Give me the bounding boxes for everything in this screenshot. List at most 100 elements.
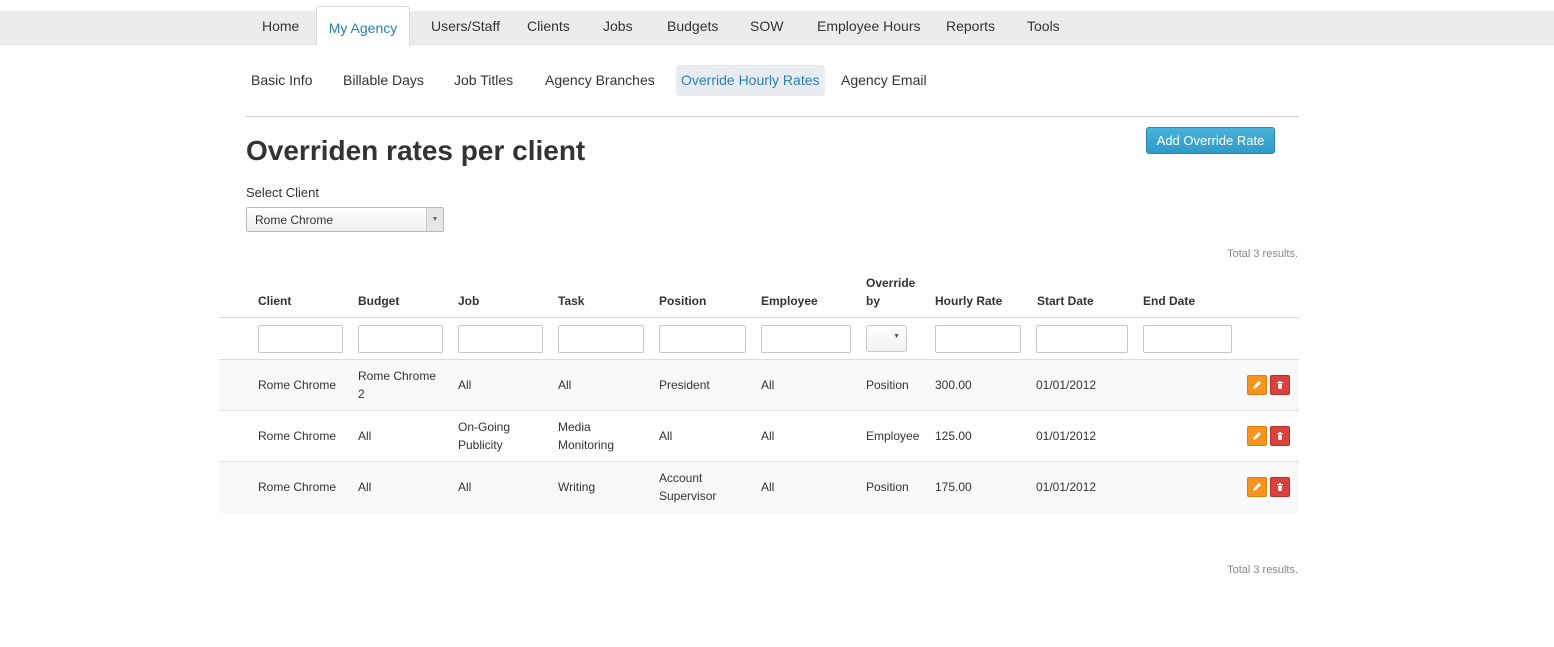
trash-icon <box>1277 381 1283 389</box>
filter-position-input[interactable] <box>659 325 746 353</box>
cell-text: Rome Chrome <box>358 369 437 383</box>
cell-text: Rome Chrome <box>258 429 337 443</box>
cell-override-by: Position <box>866 360 909 410</box>
filter-task-input[interactable] <box>558 325 644 353</box>
tab-jobs[interactable]: Jobs <box>603 11 633 45</box>
subnav-agency-branches[interactable]: Agency Branches <box>545 65 655 96</box>
cell-hourly-rate: 175.00 <box>935 462 972 512</box>
cell-text: Position <box>866 480 909 494</box>
cell-text: Writing <box>558 480 596 494</box>
cell-client: Rome Chrome <box>258 411 336 461</box>
filter-start-date-input[interactable] <box>1036 325 1128 353</box>
trash-icon <box>1277 483 1283 491</box>
header-override-by[interactable]: Override by <box>866 274 915 310</box>
header-hourly-rate[interactable]: Hourly Rate <box>935 292 1002 310</box>
cell-budget: All <box>358 462 371 512</box>
cell-text: Supervisor <box>659 489 717 503</box>
filter-hourly-rate-input[interactable] <box>935 325 1021 353</box>
subnav-billable-days[interactable]: Billable Days <box>343 65 424 96</box>
tab-users-staff[interactable]: Users/Staff <box>431 11 500 45</box>
tab-sow[interactable]: SOW <box>750 11 783 45</box>
table-row: Rome Chrome Rome Chrome 2 All All Preside… <box>219 360 1299 411</box>
results-summary-top: Total 3 results. <box>1227 248 1298 260</box>
tab-employee-hours[interactable]: Employee Hours <box>817 11 921 45</box>
cell-text: All <box>358 429 372 443</box>
delete-button[interactable] <box>1270 375 1290 395</box>
filter-client-input[interactable] <box>258 325 343 353</box>
cell-text: 300.00 <box>935 378 972 392</box>
subnav-job-titles[interactable]: Job Titles <box>454 65 513 96</box>
cell-text: 01/01/2012 <box>1036 480 1097 494</box>
pencil-icon <box>1253 483 1261 491</box>
delete-button[interactable] <box>1270 477 1290 497</box>
delete-button[interactable] <box>1270 426 1290 446</box>
cell-text: 2 <box>358 387 365 401</box>
cell-employee: All <box>761 462 774 512</box>
cell-text: All <box>458 378 472 392</box>
edit-button[interactable] <box>1247 477 1267 497</box>
subnav-override-hourly-rates[interactable]: Override Hourly Rates <box>676 65 825 96</box>
header-position[interactable]: Position <box>659 292 706 310</box>
cell-position: All <box>659 411 672 461</box>
cell-text: Rome Chrome <box>258 480 337 494</box>
client-select-value: Rome Chrome <box>255 213 334 227</box>
cell-client: Rome Chrome <box>258 462 336 512</box>
cell-override-by: Employee <box>866 411 919 461</box>
cell-override-by: Position <box>866 462 909 512</box>
cell-start-date: 01/01/2012 <box>1036 411 1096 461</box>
pencil-icon <box>1253 381 1261 389</box>
cell-task: All <box>558 360 571 410</box>
top-navigation: Home My Agency Users/Staff Clients Jobs … <box>0 6 1554 46</box>
cell-job: All <box>458 360 471 410</box>
cell-start-date: 01/01/2012 <box>1036 360 1096 410</box>
cell-text: All <box>458 480 472 494</box>
section-divider <box>246 116 1299 117</box>
header-start-date[interactable]: Start Date <box>1037 292 1094 310</box>
add-override-rate-button[interactable]: Add Override Rate <box>1146 127 1275 154</box>
header-end-date[interactable]: End Date <box>1143 292 1195 310</box>
filter-job-input[interactable] <box>458 325 543 353</box>
filter-employee-input[interactable] <box>761 325 851 353</box>
cell-text: Monitoring <box>558 438 615 452</box>
subnav-agency-email[interactable]: Agency Email <box>841 65 927 96</box>
tab-clients[interactable]: Clients <box>527 11 570 45</box>
cell-text: Position <box>866 378 909 392</box>
select-client-label: Select Client <box>246 185 319 200</box>
page-title: Overriden rates per client <box>246 135 586 166</box>
cell-text: All <box>659 429 673 443</box>
header-job[interactable]: Job <box>458 292 479 310</box>
header-client[interactable]: Client <box>258 292 291 310</box>
header-budget[interactable]: Budget <box>358 292 399 310</box>
cell-client: Rome Chrome <box>258 360 336 410</box>
cell-position: Account Supervisor <box>659 462 716 512</box>
filter-end-date-input[interactable] <box>1143 325 1232 353</box>
chevron-down-icon: ▼ <box>426 208 443 231</box>
tab-my-agency[interactable]: My Agency <box>316 6 410 46</box>
edit-button[interactable] <box>1247 375 1267 395</box>
tab-tools[interactable]: Tools <box>1027 11 1060 45</box>
tab-home[interactable]: Home <box>262 11 299 45</box>
header-employee[interactable]: Employee <box>761 292 818 310</box>
cell-text: Employee <box>866 429 920 443</box>
subnav-basic-info[interactable]: Basic Info <box>251 65 312 96</box>
cell-budget: All <box>358 411 371 461</box>
client-select[interactable]: Rome Chrome ▼ <box>246 207 444 232</box>
header-task[interactable]: Task <box>558 292 584 310</box>
cell-text: 01/01/2012 <box>1036 378 1097 392</box>
chevron-down-icon: ▼ <box>893 333 900 340</box>
filter-budget-input[interactable] <box>358 325 443 353</box>
cell-text: 01/01/2012 <box>1036 429 1097 443</box>
tab-reports[interactable]: Reports <box>946 11 995 45</box>
cell-hourly-rate: 125.00 <box>935 411 972 461</box>
edit-button[interactable] <box>1247 426 1267 446</box>
pencil-icon <box>1253 432 1261 440</box>
cell-text: Media <box>558 420 591 434</box>
cell-budget: Rome Chrome 2 <box>358 360 436 410</box>
filter-override-by-select[interactable]: ▼ <box>866 325 907 352</box>
cell-text: All <box>761 378 775 392</box>
tab-budgets[interactable]: Budgets <box>667 11 718 45</box>
table-header: Client Budget Job Task Position Employee… <box>219 268 1299 318</box>
header-override-by-line2: by <box>866 294 881 308</box>
results-summary-bottom: Total 3 results. <box>1227 564 1298 576</box>
cell-job: All <box>458 462 471 512</box>
